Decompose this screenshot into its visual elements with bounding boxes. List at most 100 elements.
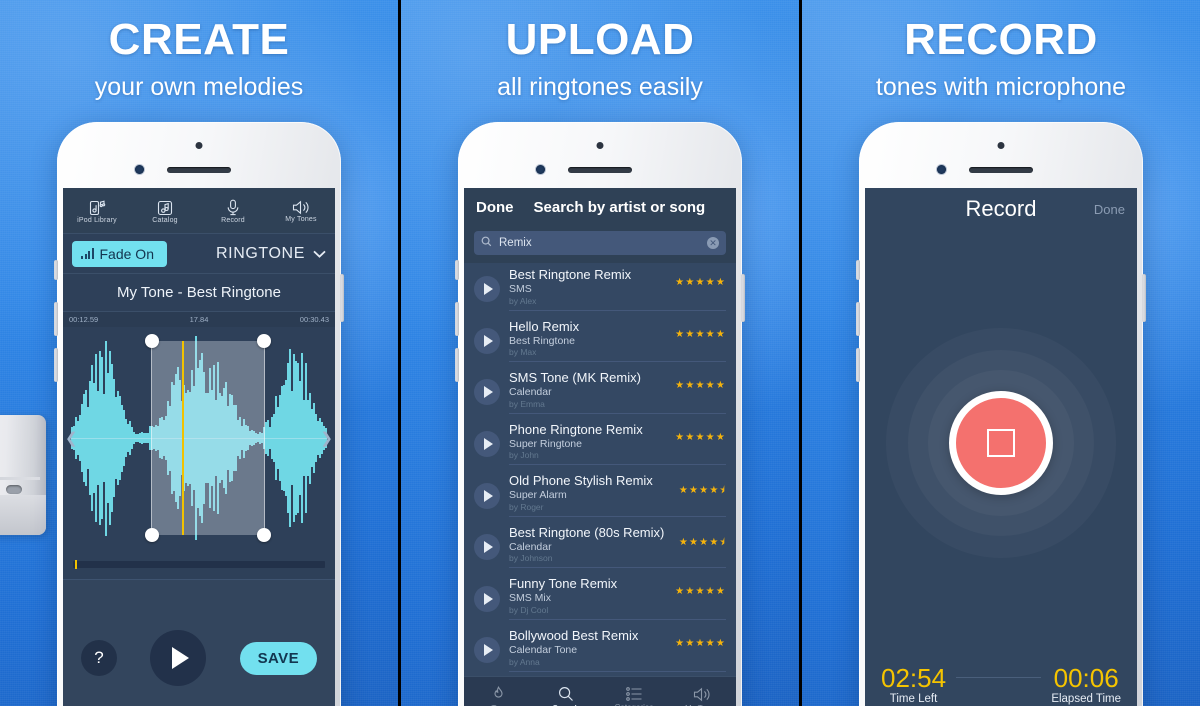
- toolbar-item-my-tones[interactable]: My Tones: [267, 188, 335, 233]
- toolbar-label: Record: [221, 217, 245, 224]
- record-body: [865, 230, 1137, 656]
- record-timers: 02:54 Time Left 00:06 Elapsed Time: [865, 656, 1137, 706]
- star-rating: ★★★★⯨: [678, 536, 726, 548]
- proximity-sensor: [997, 142, 1005, 149]
- panel-upload: UPLOAD all ringtones easily Done Search …: [401, 0, 799, 706]
- record-done-button[interactable]: Done: [1094, 202, 1125, 217]
- time-left-value: 02:54: [881, 663, 947, 694]
- elapsed-time-value: 00:06: [1053, 663, 1119, 694]
- play-icon[interactable]: [474, 585, 500, 612]
- volume-down-button: [856, 348, 860, 382]
- catalog-icon: [157, 200, 173, 216]
- ipod-library-icon: [89, 199, 106, 216]
- play-icon[interactable]: [474, 534, 500, 561]
- stop-record-button[interactable]: [949, 391, 1053, 495]
- play-icon[interactable]: [474, 379, 500, 406]
- done-button[interactable]: Done: [476, 199, 514, 216]
- song-results-list[interactable]: Best Ringtone Remix SMS by Alex ★★★★★ Hello …: [464, 263, 736, 676]
- search-input[interactable]: Remix ✕: [474, 231, 726, 255]
- toolbar-item-ipod-library[interactable]: iPod Library: [63, 188, 131, 233]
- scroll-right-icon[interactable]: ❯: [320, 429, 333, 447]
- play-icon[interactable]: [474, 482, 500, 509]
- list-item[interactable]: Bollywood Best Remix Calendar Tone by Anna…: [464, 624, 736, 676]
- list-item[interactable]: SMS Tone (MK Remix) Calendar by Emma ★★★★★: [464, 366, 736, 418]
- record-title: Record: [965, 196, 1037, 221]
- star-rating: ★★★★⯨: [678, 485, 726, 497]
- star-rating: ★★★★★: [675, 277, 726, 288]
- stop-square-icon: [987, 429, 1015, 457]
- song-subtitle: SMS: [509, 282, 532, 295]
- track-title: My Tone - Best Ringtone: [63, 274, 335, 312]
- time-selection-length: 17.84: [189, 315, 209, 324]
- play-icon[interactable]: [474, 637, 500, 664]
- front-camera: [135, 165, 144, 174]
- song-meta: Hello Remix Best Ringtone by Max ★★★★★: [509, 320, 726, 363]
- help-button[interactable]: ?: [81, 640, 117, 676]
- headline-subtitle: your own melodies: [94, 73, 304, 101]
- song-author: by Emma: [509, 398, 545, 409]
- list-item[interactable]: Funny Tone Remix SMS Mix by Dj Cool ★★★★★: [464, 572, 736, 624]
- selection-handle-top-right[interactable]: [257, 334, 271, 348]
- earpiece-speaker: [969, 167, 1033, 173]
- scrub-position[interactable]: [75, 559, 77, 569]
- song-meta: Phone Ringtone Remix Super Ringtone by Joh…: [509, 423, 726, 466]
- list-item[interactable]: Old Phone Stylish Remix Super Alarm by Rog…: [464, 469, 736, 521]
- song-title: SMS Tone (MK Remix): [509, 371, 641, 386]
- volume-up-button: [455, 302, 459, 336]
- play-icon[interactable]: [474, 431, 500, 458]
- output-type-dropdown[interactable]: RINGTONE: [216, 245, 326, 263]
- play-icon[interactable]: [474, 276, 500, 303]
- waveform-editor[interactable]: ❮ ❯: [63, 327, 335, 549]
- waveform-selection[interactable]: [145, 334, 271, 542]
- song-meta: Old Phone Stylish Remix Super Alarm by Rog…: [509, 474, 726, 517]
- list-item[interactable]: Phone Ringtone Remix Super Ringtone by Joh…: [464, 418, 736, 470]
- mute-switch: [856, 260, 860, 280]
- song-meta: Bollywood Best Remix Calendar Tone by Anna…: [509, 629, 726, 672]
- play-icon[interactable]: [474, 327, 500, 354]
- selection-handle-bottom-right[interactable]: [257, 528, 271, 542]
- front-camera: [536, 165, 545, 174]
- star-rating: ★★★★★: [675, 638, 726, 650]
- star-rating: ★★★★★: [675, 328, 726, 340]
- scrub-bar[interactable]: [63, 549, 335, 579]
- clear-search-icon[interactable]: ✕: [707, 237, 719, 249]
- phone-mockup-record: Record Done 02:54 Time Left 00:06 Elapse…: [856, 122, 1146, 706]
- save-button[interactable]: SAVE: [239, 641, 317, 675]
- headline-block-record: RECORD tones with microphone: [802, 18, 1200, 100]
- scroll-left-icon[interactable]: ❮: [65, 429, 78, 447]
- toolbar-item-record[interactable]: Record: [199, 188, 267, 233]
- song-author: by Dj Cool: [509, 605, 549, 615]
- screenshot-stage: CREATE your own melodies iPod Library Ca…: [0, 0, 1200, 706]
- output-type-label: RINGTONE: [216, 244, 305, 262]
- selection-handle-bottom-left[interactable]: [145, 528, 159, 542]
- earpiece-speaker: [167, 167, 231, 173]
- chevron-down-icon: [313, 245, 326, 263]
- tab-top[interactable]: Top: [464, 677, 532, 706]
- power-button: [1142, 274, 1146, 322]
- song-author: by Alex: [509, 295, 537, 306]
- volume-down-button: [54, 348, 58, 382]
- proximity-sensor: [195, 142, 203, 149]
- headline-subtitle: tones with microphone: [875, 73, 1127, 101]
- elapsed-time-block: 00:06 Elapsed Time: [1051, 663, 1121, 705]
- earpiece-speaker: [568, 167, 632, 173]
- list-item[interactable]: Best Ringtone (80s Remix) Calendar by John…: [464, 521, 736, 573]
- selection-handle-top-left[interactable]: [145, 334, 159, 348]
- play-button[interactable]: [150, 630, 207, 686]
- headline-subtitle: all ringtones easily: [497, 73, 703, 101]
- front-camera: [937, 165, 946, 174]
- tab-my-tones[interactable]: My Tones: [668, 677, 736, 706]
- tab-categories[interactable]: Categories: [600, 677, 668, 706]
- list-item[interactable]: Best Ringtone Remix SMS by Alex ★★★★★: [464, 263, 736, 315]
- app-screen-search: Done Search by artist or song Remix ✕ Be…: [464, 188, 736, 706]
- fade-on-button[interactable]: Fade On: [72, 240, 167, 267]
- record-navbar: Record Done: [865, 188, 1137, 230]
- scrub-track[interactable]: [73, 559, 325, 569]
- editor-controls: ? SAVE: [63, 579, 335, 706]
- list-item[interactable]: Hello Remix Best Ringtone by Max ★★★★★: [464, 315, 736, 367]
- playhead[interactable]: [182, 341, 184, 535]
- proximity-sensor: [596, 142, 604, 149]
- tab-search[interactable]: Search: [532, 677, 600, 706]
- toolbar-item-catalog[interactable]: Catalog: [131, 188, 199, 233]
- song-meta: Best Ringtone (80s Remix) Calendar by John…: [509, 526, 726, 569]
